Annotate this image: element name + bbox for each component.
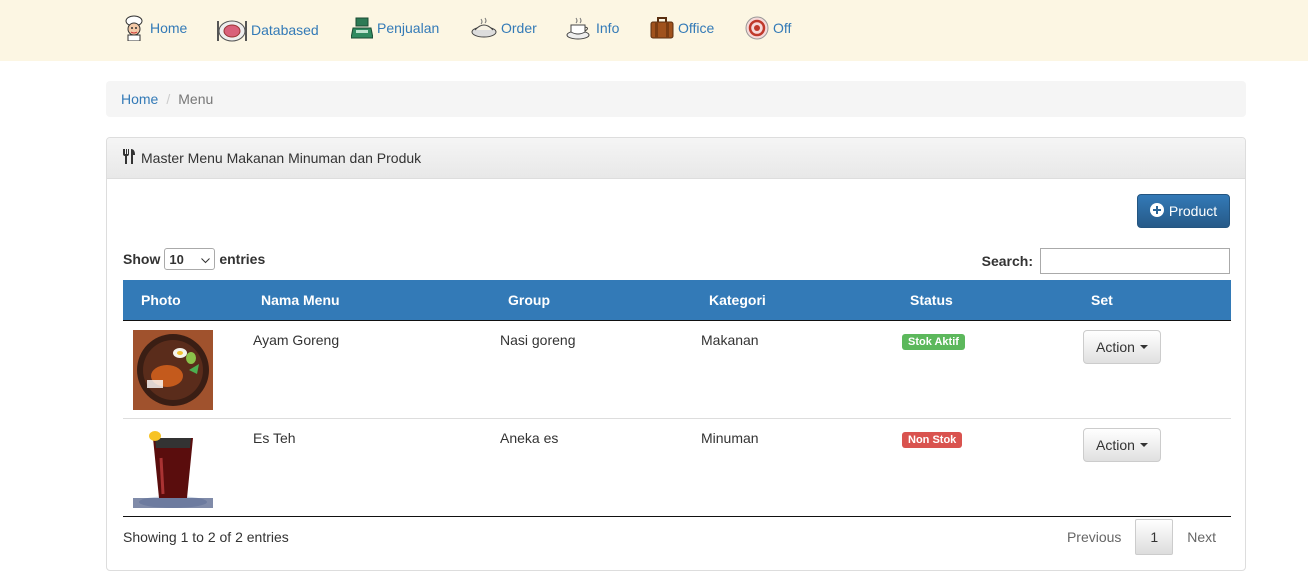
show-label: Show [123, 251, 161, 267]
status-badge: Stok Aktif [902, 333, 965, 350]
search-input[interactable] [1040, 248, 1230, 274]
pagination-previous[interactable]: Previous [1053, 519, 1135, 555]
kategori-cell: Makanan [691, 319, 892, 418]
drink-photo [133, 427, 213, 508]
entries-select-value: 10 [169, 251, 184, 267]
nav-label: Databased [251, 22, 319, 38]
photo-cell [123, 417, 243, 517]
breadcrumb: Home / Menu [106, 81, 1246, 117]
nav-item-off[interactable]: Off [745, 14, 791, 42]
food-photo [133, 329, 213, 410]
breadcrumb-current: Menu [178, 91, 214, 107]
nav-item-databased[interactable]: Databased [217, 16, 319, 44]
status-cell: Stok Aktif [892, 319, 1073, 418]
set-cell: Action [1073, 319, 1231, 418]
column-header-set[interactable]: Set [1073, 280, 1231, 321]
pagination-next[interactable]: Next [1173, 519, 1230, 555]
group-cell: Nasi goreng [490, 319, 691, 418]
menu-table: Photo Nama Menu Group Kategori Status Se… [123, 280, 1231, 517]
column-header-photo[interactable]: Photo [123, 280, 243, 321]
briefcase-icon [650, 16, 674, 40]
nav-item-penjualan[interactable]: Penjualan [351, 14, 439, 42]
nav-item-office[interactable]: Office [650, 14, 714, 42]
action-label: Action [1096, 436, 1135, 453]
nav-item-home[interactable]: Home [122, 14, 187, 42]
search-label: Search: [981, 253, 1033, 269]
panel-title: Master Menu Makanan Minuman dan Produk [141, 150, 422, 166]
column-header-nama-menu[interactable]: Nama Menu [243, 280, 490, 321]
chef-icon [122, 15, 146, 41]
nav-label: Office [678, 20, 715, 36]
caret-down-icon [1139, 442, 1148, 447]
cash-register-icon [351, 16, 373, 40]
pagination-page-1[interactable]: 1 [1135, 519, 1174, 555]
action-dropdown-button[interactable]: Action [1083, 427, 1161, 462]
entries-label: entries [219, 251, 266, 267]
food-tray-icon [471, 16, 497, 40]
photo-cell [123, 319, 243, 418]
pagination: Previous 1 Next [1053, 519, 1230, 555]
plus-circle-icon [1149, 202, 1164, 220]
column-header-kategori[interactable]: Kategori [691, 280, 892, 321]
caret-down-icon [1139, 344, 1148, 349]
power-icon [745, 16, 769, 40]
breadcrumb-home-link[interactable]: Home [121, 91, 158, 107]
action-label: Action [1096, 338, 1135, 355]
action-dropdown-button[interactable]: Action [1083, 329, 1161, 364]
entries-select[interactable]: 10 [164, 248, 216, 270]
coffee-cup-icon [566, 16, 592, 40]
column-header-group[interactable]: Group [490, 280, 691, 321]
table-header-row: Photo Nama Menu Group Kategori Status Se… [123, 280, 1231, 321]
status-cell: Non Stok [892, 417, 1073, 517]
table-info: Showing 1 to 2 of 2 entries [123, 529, 289, 545]
nav-label: Penjualan [377, 20, 440, 36]
chevron-down-icon [201, 252, 211, 267]
menu-name-cell: Ayam Goreng [243, 319, 490, 418]
kategori-cell: Minuman [691, 417, 892, 517]
menu-panel: Master Menu Makanan Minuman dan Produk P… [106, 137, 1246, 571]
table-row: Es Teh Aneka es Minuman Non Stok Action [123, 417, 1231, 517]
nav-label: Off [773, 20, 792, 36]
top-navbar: Home Databased Penjualan Order Info Offi… [0, 0, 1308, 61]
entries-length-control: Show 10 entries [123, 248, 265, 270]
nav-label: Home [150, 20, 188, 36]
column-header-status[interactable]: Status [892, 280, 1073, 321]
search-control: Search: [982, 248, 1230, 274]
nav-item-info[interactable]: Info [566, 14, 619, 42]
menu-name-cell: Es Teh [243, 417, 490, 517]
panel-heading: Master Menu Makanan Minuman dan Produk [107, 138, 1245, 179]
add-product-button[interactable]: Product [1137, 194, 1230, 228]
plate-icon [217, 17, 247, 43]
set-cell: Action [1073, 417, 1231, 517]
group-cell: Aneka es [490, 417, 691, 517]
nav-label: Order [501, 20, 537, 36]
cutlery-icon [122, 149, 136, 167]
nav-label: Info [596, 20, 620, 36]
status-badge: Non Stok [902, 431, 963, 448]
add-product-label: Product [1168, 203, 1218, 219]
breadcrumb-separator: / [166, 91, 171, 107]
nav-item-order[interactable]: Order [471, 14, 537, 42]
table-row: Ayam Goreng Nasi goreng Makanan Stok Akt… [123, 319, 1231, 418]
